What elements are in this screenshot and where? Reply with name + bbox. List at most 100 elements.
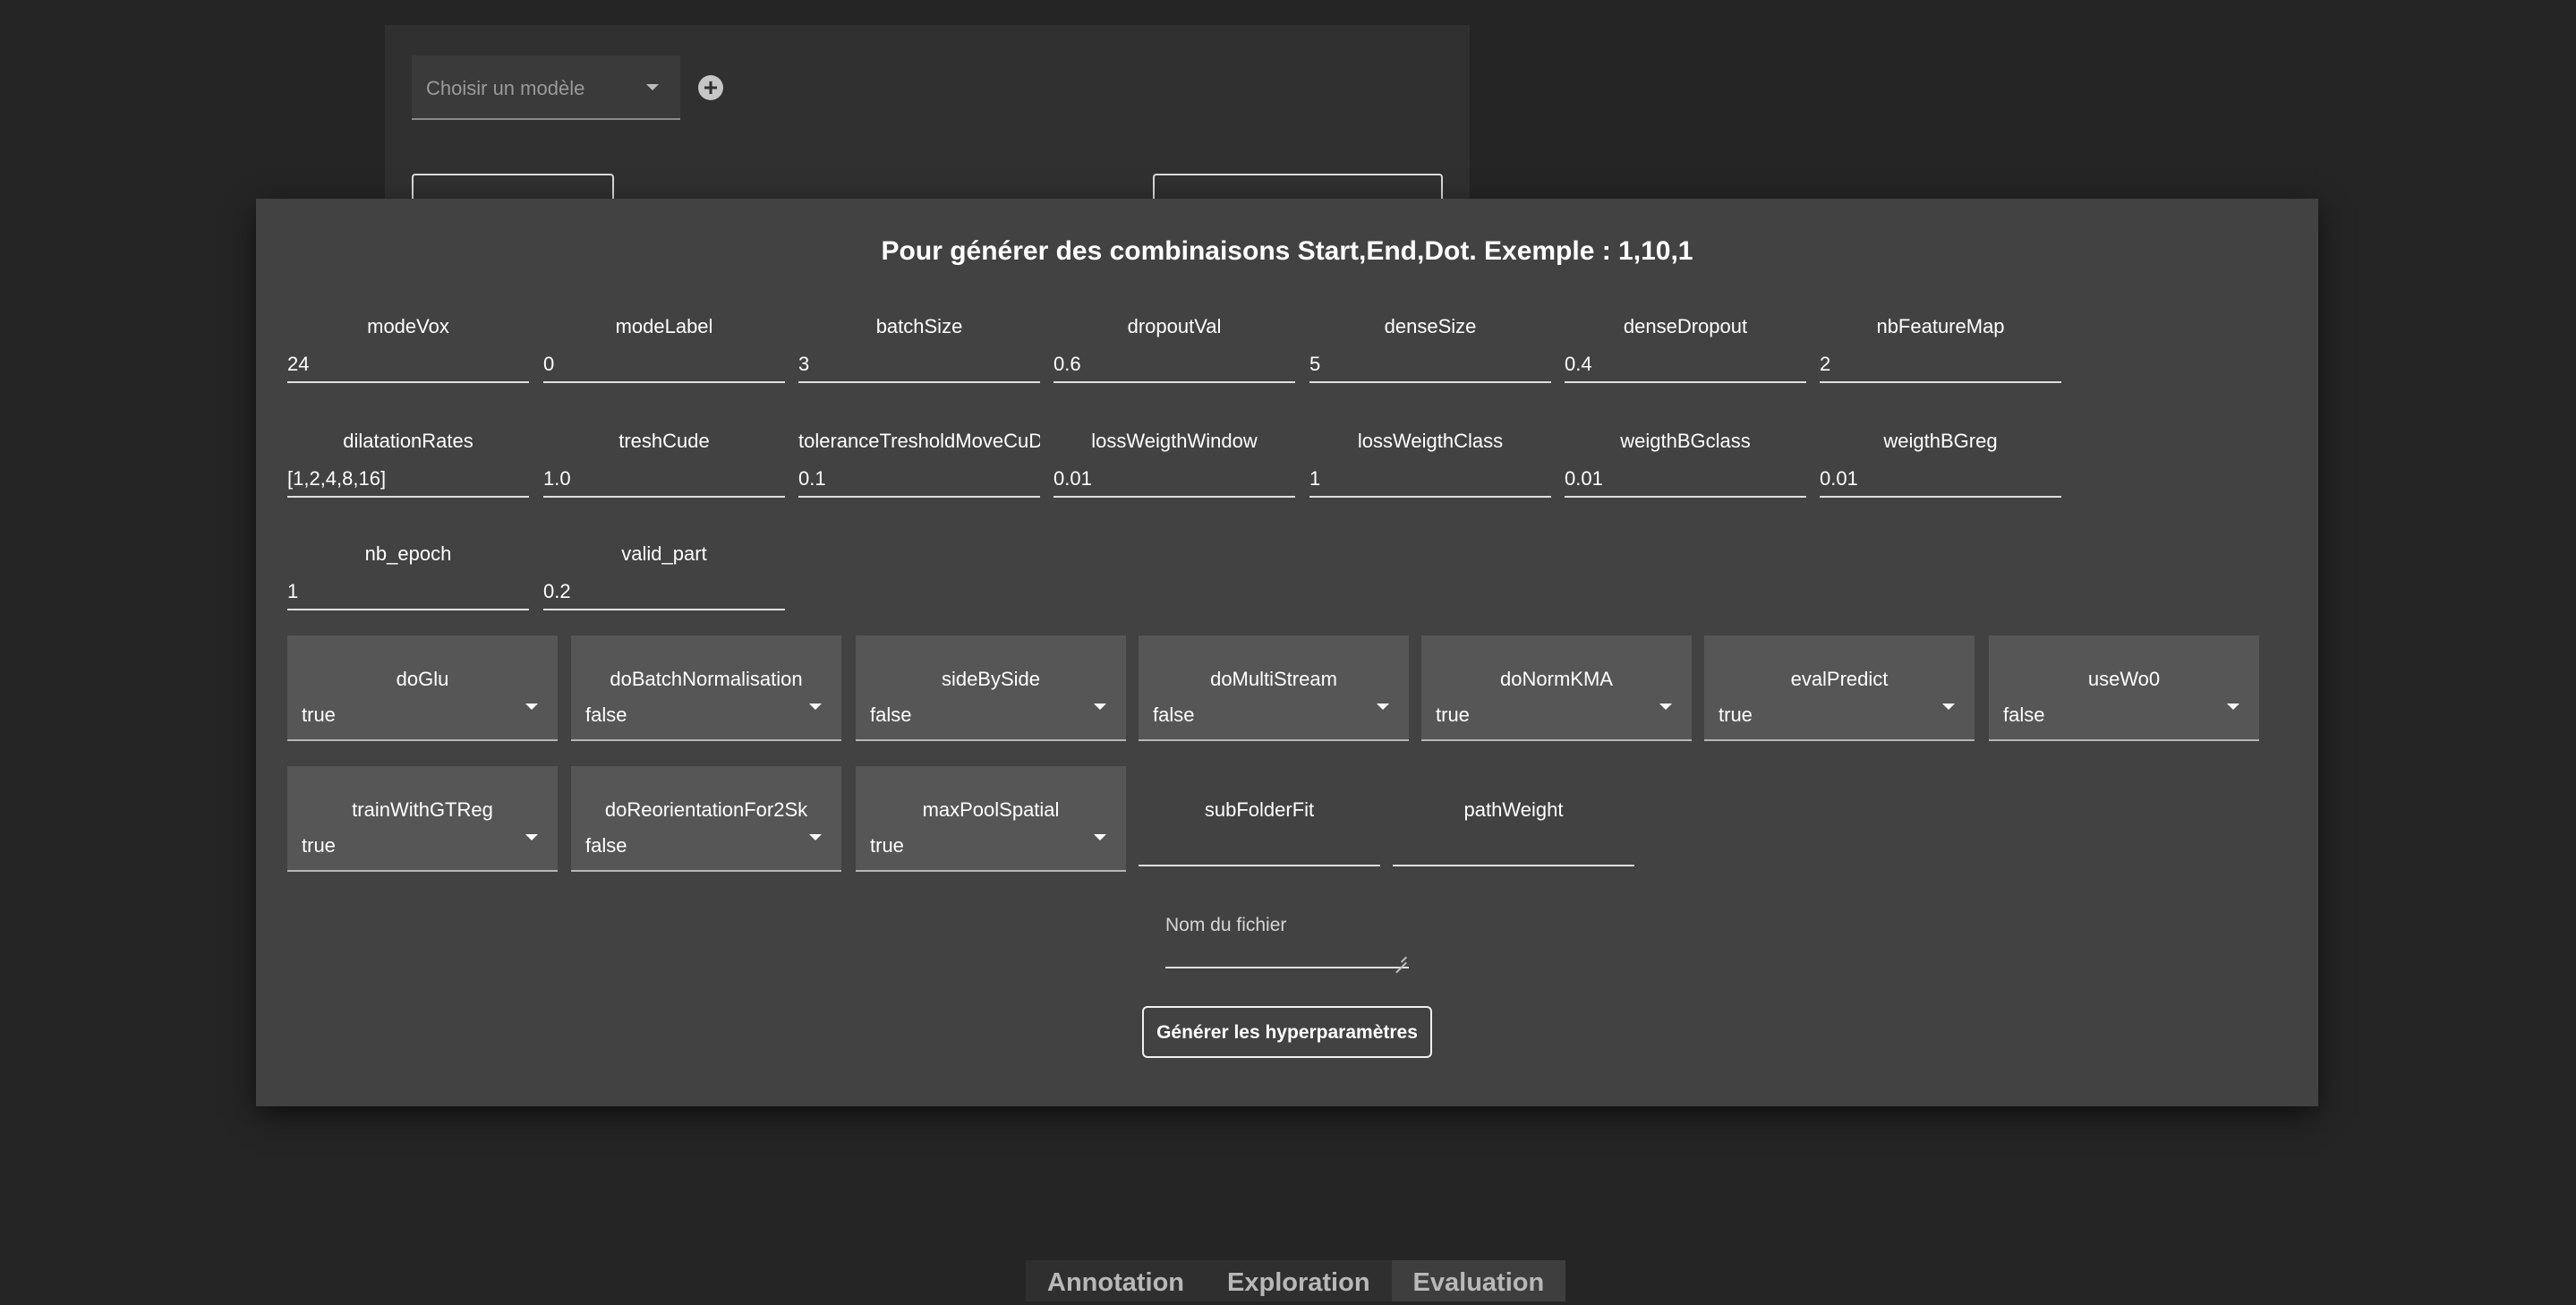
field-value[interactable]: [1,2,4,8,16] [287, 467, 529, 490]
field-underline [1565, 496, 1806, 498]
field-value[interactable]: 0.2 [543, 580, 785, 603]
field-label: dropoutVal [1127, 315, 1222, 337]
filename-textarea[interactable]: Nom du fichier [1165, 908, 1409, 968]
field-weigthBGclass[interactable]: weigthBGclass 0.01 [1565, 430, 1806, 505]
field-value[interactable]: 0.01 [1820, 467, 2061, 490]
chevron-down-icon [2227, 704, 2239, 710]
field-underline [1309, 381, 1551, 383]
select-sideBySide[interactable]: sideBySide false [856, 635, 1126, 741]
field-underline [287, 381, 529, 383]
field-modeLabel[interactable]: modeLabel 0 [543, 315, 785, 390]
select-value: true [1436, 704, 1470, 726]
field-dropoutVal[interactable]: dropoutVal 0.6 [1053, 315, 1295, 390]
select-doGlu[interactable]: doGlu true [287, 635, 558, 741]
field-value[interactable]: 1.0 [543, 467, 785, 490]
select-doMultiStream[interactable]: doMultiStream false [1139, 635, 1409, 741]
select-doReorientationFor2Sk[interactable]: doReorientationFor2Sk false [571, 766, 841, 872]
field-modeVox[interactable]: modeVox 24 [287, 315, 529, 390]
chevron-down-icon [1942, 704, 1955, 710]
select-evalPredict[interactable]: evalPredict true [1704, 635, 1975, 741]
field-label: weigthBGclass [1620, 430, 1751, 452]
field-value[interactable]: 0 [543, 353, 785, 376]
field-value[interactable]: 0.01 [1053, 467, 1295, 490]
model-select[interactable]: Choisir un modèle [412, 55, 680, 120]
field-valid_part[interactable]: valid_part 0.2 [543, 542, 785, 618]
hyperparameters-dialog: Pour générer des combinaisons Start,End,… [256, 199, 2318, 1106]
select-useWo0[interactable]: useWo0 false [1989, 635, 2259, 741]
resize-handle-icon[interactable] [1396, 952, 1407, 963]
field-underline [1309, 496, 1551, 498]
field-label: modeVox [367, 315, 449, 337]
field-value[interactable]: 5 [1309, 353, 1551, 376]
select-label: evalPredict [1790, 668, 1889, 690]
field-subFolderFit[interactable]: subFolderFit [1139, 798, 1380, 874]
chevron-down-icon [809, 704, 822, 710]
field-label: denseSize [1384, 315, 1477, 337]
field-label: batchSize [875, 315, 963, 337]
field-underline [1053, 381, 1295, 383]
field-nbFeatureMap[interactable]: nbFeatureMap 2 [1820, 315, 2061, 390]
field-weigthBGreg[interactable]: weigthBGreg 0.01 [1820, 430, 2061, 505]
field-lossWeigthWindow[interactable]: lossWeigthWindow 0.01 [1053, 430, 1295, 505]
field-label: pathWeight [1463, 798, 1564, 821]
add-model-icon[interactable]: + [698, 75, 723, 100]
select-doBatchNormalisation[interactable]: doBatchNormalisation false [571, 635, 841, 741]
tab-exploration[interactable]: Exploration [1206, 1260, 1392, 1301]
chevron-down-icon [1094, 834, 1106, 840]
select-label: doBatchNormalisation [610, 668, 803, 690]
chevron-down-icon [525, 704, 538, 710]
chevron-down-icon [1094, 704, 1106, 710]
field-denseDropout[interactable]: denseDropout 0.4 [1565, 315, 1806, 390]
bottom-tab-bar: Annotation Exploration Evaluation [1026, 1260, 1566, 1301]
field-value[interactable]: 24 [287, 353, 529, 376]
field-underline [798, 381, 1040, 383]
field-label: dilatationRates [343, 430, 473, 452]
select-trainWithGTReg[interactable]: trainWithGTReg true [287, 766, 558, 872]
field-underline [798, 496, 1040, 498]
field-pathWeight[interactable]: pathWeight [1393, 798, 1634, 874]
select-value: false [870, 704, 912, 726]
field-underline [287, 609, 529, 610]
field-value[interactable]: 2 [1820, 353, 2061, 376]
select-doNormKMA[interactable]: doNormKMA true [1421, 635, 1692, 741]
field-value[interactable]: 3 [798, 353, 1040, 376]
field-value[interactable]: 1 [1309, 467, 1551, 490]
field-dilatationRates[interactable]: dilatationRates [1,2,4,8,16] [287, 430, 529, 505]
field-underline [1565, 381, 1806, 383]
select-value: false [585, 704, 627, 726]
chevron-down-icon [1377, 704, 1389, 710]
field-treshCude[interactable]: treshCude 1.0 [543, 430, 785, 505]
field-lossWeigthClass[interactable]: lossWeigthClass 1 [1309, 430, 1551, 505]
select-value: true [302, 704, 336, 726]
generate-hyperparameters-button[interactable]: Générer les hyperparamètres [1142, 1006, 1432, 1058]
field-label: weigthBGreg [1883, 430, 1998, 452]
field-value[interactable]: 0.4 [1565, 353, 1806, 376]
field-nb_epoch[interactable]: nb_epoch 1 [287, 542, 529, 618]
field-value[interactable]: 0.1 [798, 467, 1040, 490]
field-toleranceTresholdMoveCuDi[interactable]: toleranceTresholdMoveCuDi 0.1 [798, 430, 1040, 505]
field-underline [1820, 496, 2061, 498]
field-denseSize[interactable]: denseSize 5 [1309, 315, 1551, 390]
field-underline [1053, 496, 1295, 498]
select-value: false [1153, 704, 1195, 726]
field-underline [543, 381, 785, 383]
select-maxPoolSpatial[interactable]: maxPoolSpatial true [856, 766, 1126, 872]
field-label: lossWeigthWindow [1091, 430, 1258, 452]
field-value[interactable]: 0.01 [1565, 467, 1806, 490]
field-label: subFolderFit [1204, 798, 1315, 821]
field-batchSize[interactable]: batchSize 3 [798, 315, 1040, 390]
field-label: lossWeigthClass [1357, 430, 1504, 452]
field-value[interactable]: 0.6 [1053, 353, 1295, 376]
field-value[interactable]: 1 [287, 580, 529, 603]
tab-annotation[interactable]: Annotation [1026, 1260, 1207, 1301]
field-label: treshCude [618, 430, 710, 452]
select-label: sideBySide [941, 668, 1041, 690]
field-underline [1820, 381, 2061, 383]
select-label: useWo0 [2087, 668, 2161, 690]
field-underline [543, 496, 785, 498]
chevron-down-icon [525, 834, 538, 840]
tab-evaluation[interactable]: Evaluation [1391, 1260, 1566, 1301]
select-label: doGlu [396, 668, 449, 690]
field-underline [287, 496, 529, 498]
field-label: modeLabel [615, 315, 713, 337]
